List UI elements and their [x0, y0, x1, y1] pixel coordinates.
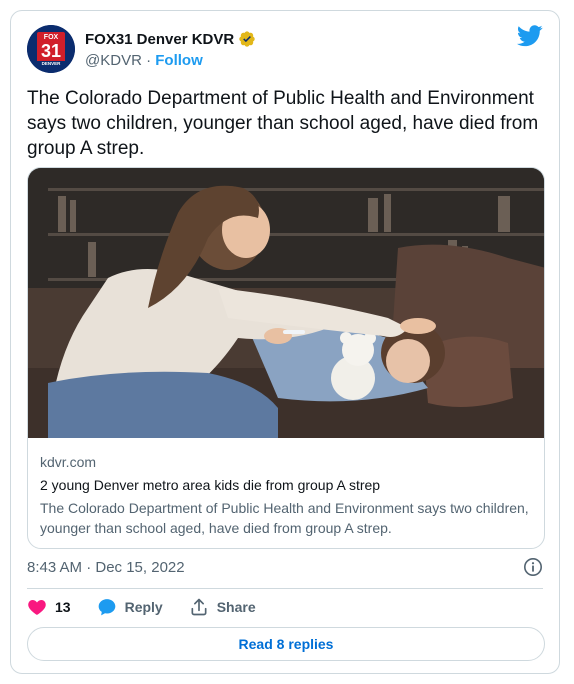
logo-number-text: 31 [41, 41, 61, 61]
fox31-logo: FOX 31 DENVER [27, 25, 75, 73]
link-title: 2 young Denver metro area kids die from … [40, 477, 381, 493]
account-handle-row: @KDVR · Follow [85, 52, 203, 69]
link-preview-meta: kdvr.com 2 young Denver metro area kids … [40, 452, 534, 538]
avatar[interactable]: FOX 31 DENVER [27, 25, 75, 73]
link-description: The Colorado Department of Public Health… [40, 500, 529, 536]
follow-link[interactable]: Follow [155, 52, 203, 69]
tweet-text: The Colorado Department of Public Health… [27, 88, 539, 159]
reply-bubble-icon [98, 599, 115, 616]
read-replies-button[interactable]: Read 8 replies [27, 627, 545, 661]
link-domain: kdvr.com [40, 454, 97, 470]
reply-button[interactable]: Reply [97, 597, 163, 617]
handle-separator: · [146, 52, 152, 69]
like-count: 13 [55, 599, 71, 615]
account-handle[interactable]: @KDVR [85, 52, 142, 69]
like-button[interactable]: 13 [27, 597, 71, 617]
link-preview-image [28, 168, 544, 438]
divider [27, 588, 543, 589]
info-icon[interactable] [523, 557, 543, 577]
heart-icon [28, 600, 46, 615]
share-button[interactable]: Share [189, 597, 256, 617]
link-preview-card[interactable]: kdvr.com 2 young Denver metro area kids … [27, 167, 545, 549]
tweet-card: FOX 31 DENVER FOX31 Denver KDVR @KDVR · … [10, 10, 560, 674]
logo-brand-text: FOX [44, 34, 59, 41]
action-bar: 13 Reply Share [27, 597, 282, 617]
share-icon [191, 598, 207, 616]
logo-city-text: DENVER [42, 61, 62, 66]
reply-label: Reply [124, 599, 163, 615]
account-name[interactable]: FOX31 Denver KDVR [85, 31, 234, 48]
tweet-timestamp[interactable]: 8:43 AM · Dec 15, 2022 [27, 559, 185, 576]
account-name-row: FOX31 Denver KDVR [85, 30, 256, 48]
share-label: Share [216, 599, 256, 615]
verified-badge-icon [238, 30, 256, 48]
twitter-bird-icon[interactable] [516, 25, 543, 47]
